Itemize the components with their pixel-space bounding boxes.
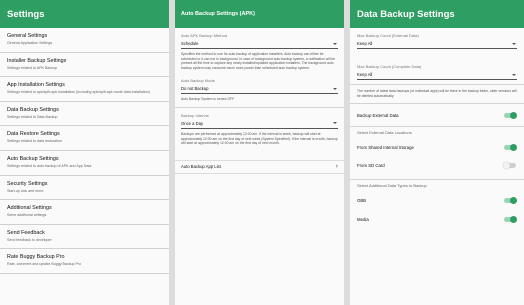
menu-item-subtitle: Start-up lock and more. [7, 188, 45, 193]
sd-card-row[interactable]: From SD Card [350, 157, 524, 173]
backup-external-toggle[interactable] [504, 111, 517, 119]
caret-down-icon [512, 42, 516, 45]
menu-item-additional[interactable]: Additional Settings Some additional sett… [0, 200, 169, 225]
menu-item-title: Auto Backup Settings [7, 155, 59, 162]
interval-dropdown[interactable]: Once a Day [181, 119, 338, 129]
max-complete-value: Keep All [357, 72, 373, 77]
auto-backup-mode-section: Auto Backup Mode Do not Backup Auto Back… [175, 78, 344, 102]
obb-toggle[interactable] [504, 197, 517, 205]
shared-storage-label: From Shared Internal Storage [357, 145, 414, 151]
shared-storage-toggle[interactable] [504, 144, 517, 152]
caret-down-icon [333, 42, 337, 45]
caret-down-icon [333, 122, 337, 125]
data-backup-title: Data Backup Settings [350, 0, 524, 28]
types-header: Select Additional Data Types to Backup [350, 179, 524, 191]
method-description: Specifies the method to use for auto bac… [181, 52, 336, 70]
backup-interval-section: Backup Interval Once a Day Backups are p… [175, 113, 344, 146]
menu-item-data-backup[interactable]: Data Backup Settings Settings related to… [0, 102, 169, 127]
max-complete-dropdown[interactable]: Keep All [357, 70, 517, 80]
auto-backup-panel: Auto Backup Settings (APK) Auto APK Back… [175, 0, 344, 305]
locations-header: Select External Data Locations [350, 126, 524, 138]
menu-item-subtitle: Settings related to APK Backup [7, 65, 57, 70]
auto-backup-title: Auto Backup Settings (APK) [175, 0, 344, 28]
max-ext-dropdown[interactable]: Keep All [357, 39, 517, 49]
menu-item-data-restore[interactable]: Data Restore Settings Settings related t… [0, 126, 169, 151]
toggle-knob [503, 161, 510, 169]
toggle-knob [510, 144, 517, 152]
menu-item-title: General Settings [7, 33, 48, 39]
menu-item-rate-app[interactable]: Rate Buggy Backup Pro Rate, comment and … [0, 249, 169, 274]
menu-item-title: Data Restore Settings [7, 131, 60, 138]
interval-value: Once a Day [181, 120, 204, 126]
sd-card-toggle[interactable] [503, 161, 516, 169]
divider [350, 84, 524, 85]
menu-item-subtitle: Settings related to Data Backup [7, 114, 58, 119]
menu-item-subtitle: Send feedback to developer [7, 237, 52, 242]
menu-item-title: App Installation Settings [7, 82, 65, 89]
interval-description: Backups are performed at approximately 1… [181, 131, 338, 146]
menu-item-app-installation[interactable]: App Installation Settings Settings relat… [0, 77, 169, 102]
max-ext-section: Max Backup Count (External Data) Keep Al… [350, 33, 524, 49]
divider [175, 106, 344, 108]
shared-storage-row[interactable]: From Shared Internal Storage [350, 138, 524, 157]
menu-item-title: Security Settings [7, 180, 48, 187]
auto-backup-app-list-link[interactable]: Auto Backup App List › [175, 159, 344, 174]
menu-item-title: Send Feedback [7, 229, 45, 236]
method-dropdown[interactable]: Schedule [181, 39, 338, 49]
media-row[interactable]: Media [350, 210, 524, 229]
toggle-knob [510, 197, 517, 205]
menu-item-title: Installer Backup Settings [7, 57, 67, 64]
menu-item-installer-backup[interactable]: Installer Backup Settings Settings relat… [0, 53, 169, 78]
settings-title: Settings [0, 0, 169, 28]
backup-external-row[interactable]: Backup External Data [350, 104, 524, 126]
max-ext-value: Keep All [357, 41, 373, 46]
caret-down-icon [333, 87, 337, 90]
menu-item-title: Additional Settings [7, 205, 52, 212]
menu-item-subtitle: Settings related to auto backup of APK a… [7, 163, 92, 168]
menu-item-title: Rate Buggy Backup Pro [7, 254, 65, 261]
menu-item-general[interactable]: General Settings General Application Set… [0, 28, 169, 53]
toggle-knob [510, 111, 517, 119]
app-list-label: Auto Backup App List [181, 164, 221, 170]
settings-panel: Settings General Settings General Applic… [0, 0, 169, 305]
settings-menu: General Settings General Application Set… [0, 28, 169, 274]
backup-external-label: Backup External Data [357, 112, 399, 118]
obb-row[interactable]: OBB [350, 191, 524, 210]
menu-item-subtitle: General Application Settings [7, 41, 53, 45]
obb-label: OBB [357, 198, 367, 204]
media-label: Media [357, 217, 369, 223]
max-complete-section: Max Backup Count (Complete Data) Keep Al… [350, 64, 524, 80]
auto-backup-method-section: Auto APK Backup Method Schedule Specifie… [175, 33, 344, 70]
toggle-knob [510, 216, 517, 224]
menu-item-subtitle: Settings related to data restoration [7, 139, 62, 144]
caret-down-icon [512, 73, 516, 76]
menu-item-auto-backup[interactable]: Auto Backup Settings Settings related to… [0, 151, 169, 176]
max-description: The number of latest data backups (of in… [357, 89, 517, 98]
menu-item-subtitle: Settings related to apk/split-apk instal… [7, 90, 150, 95]
data-backup-panel: Data Backup Settings Max Backup Count (E… [350, 0, 524, 305]
mode-dropdown[interactable]: Do not Backup [181, 84, 338, 95]
menu-item-subtitle: Some additional settings. [7, 213, 48, 218]
mode-value: Do not Backup [181, 86, 209, 92]
sd-card-label: From SD Card [357, 162, 385, 168]
chevron-right-icon: › [335, 163, 338, 171]
menu-item-subtitle: Rate, comment and update Buggy Backup Pr… [7, 262, 82, 267]
media-toggle[interactable] [504, 216, 517, 224]
mode-description: Auto Backup System is turned OFF [181, 97, 235, 102]
menu-item-send-feedback[interactable]: Send Feedback Send feedback to developer [0, 225, 169, 250]
method-value: Schedule [181, 41, 199, 46]
menu-item-title: Data Backup Settings [7, 106, 59, 113]
menu-item-security[interactable]: Security Settings Start-up lock and more… [0, 176, 169, 201]
